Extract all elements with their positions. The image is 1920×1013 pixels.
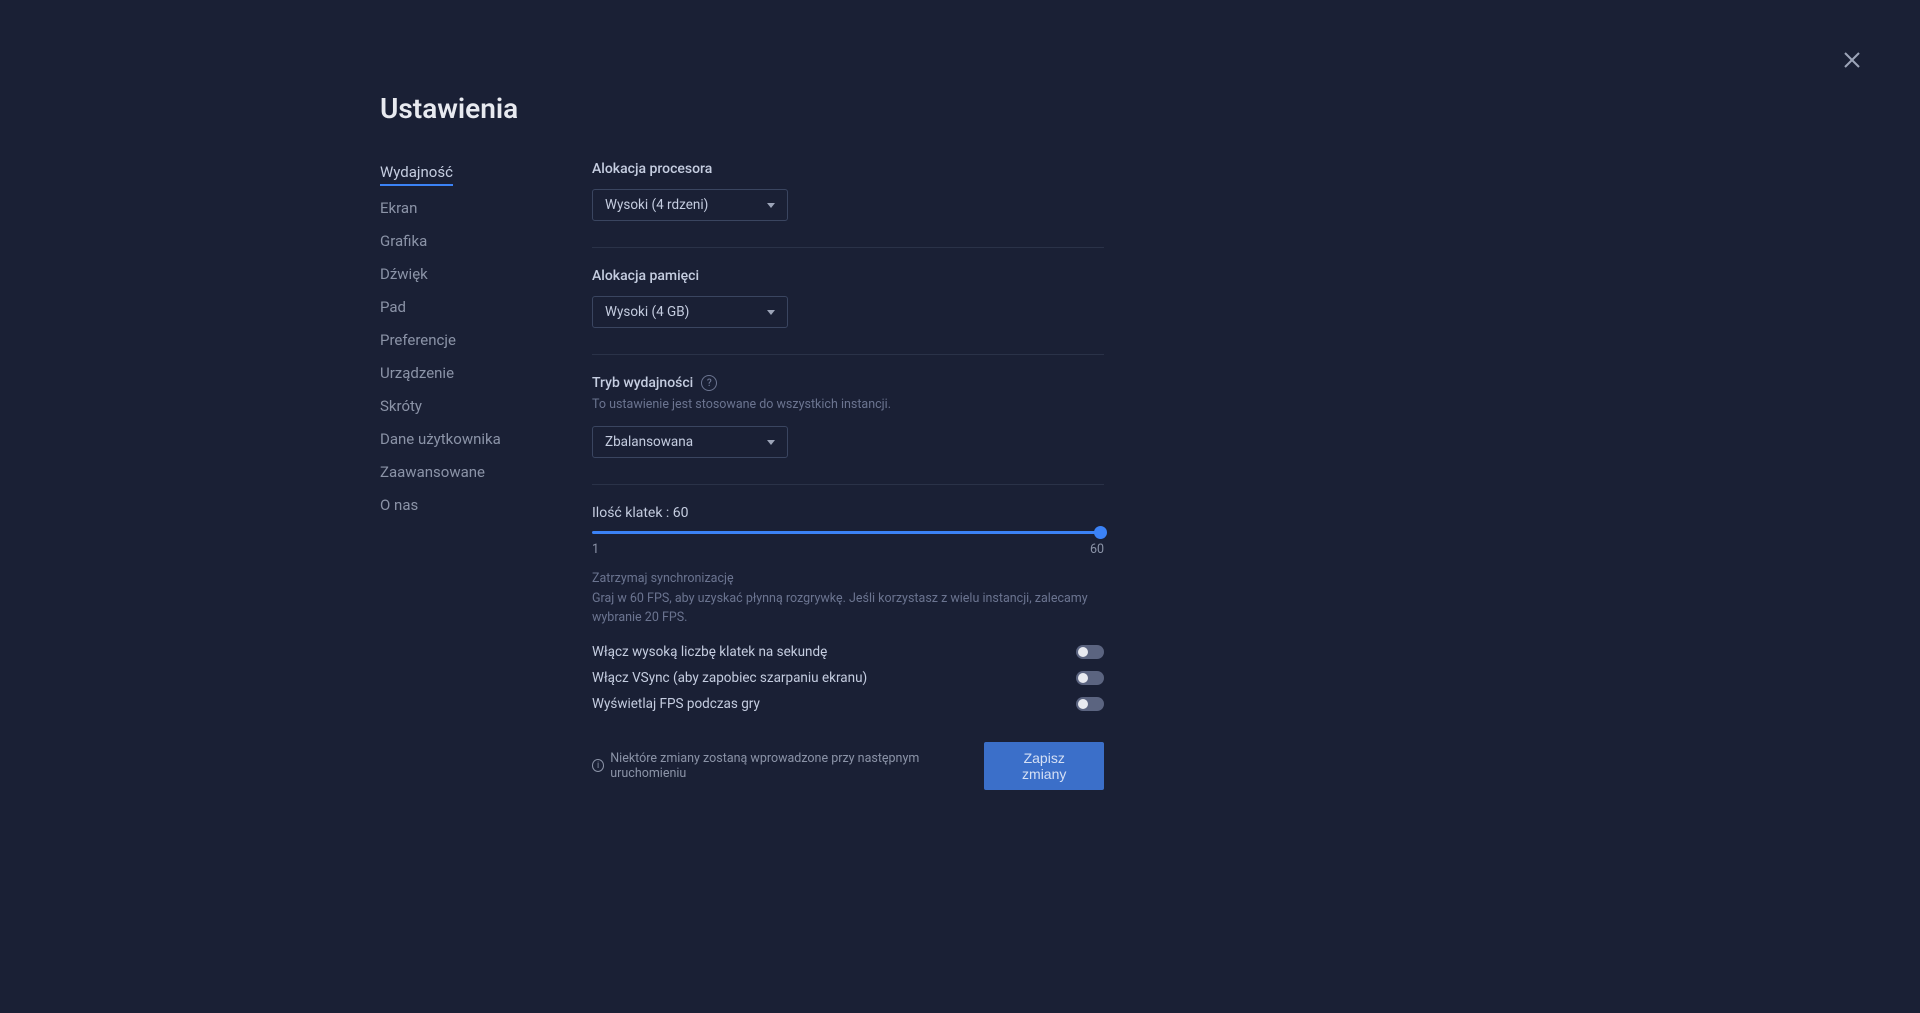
cpu-allocation-value: Wysoki (4 rdzeni): [605, 197, 708, 213]
chevron-down-icon: [767, 310, 775, 315]
performance-mode-value: Zbalansowana: [605, 434, 693, 450]
settings-main: Alokacja procesora Wysoki (4 rdzeni) Alo…: [592, 161, 1104, 790]
settings-sidebar: Wydajność Ekran Grafika Dźwięk Pad Prefe…: [380, 161, 592, 790]
memory-allocation-select[interactable]: Wysoki (4 GB): [592, 296, 788, 328]
sidebar-item-advanced[interactable]: Zaawansowane: [380, 461, 485, 483]
sidebar-item-userdata[interactable]: Dane użytkownika: [380, 428, 501, 450]
info-icon: i: [592, 759, 604, 772]
performance-mode-label: Tryb wydajności ?: [592, 375, 1104, 391]
page-title: Ustawienia: [380, 92, 1920, 125]
sidebar-item-graphics[interactable]: Grafika: [380, 230, 427, 252]
footer-message: i Niektóre zmiany zostaną wprowadzone pr…: [592, 751, 972, 781]
toggle-knob: [1078, 647, 1088, 657]
high-fps-toggle[interactable]: [1076, 645, 1104, 659]
chevron-down-icon: [767, 440, 775, 445]
sidebar-item-pad[interactable]: Pad: [380, 296, 406, 318]
toggle-knob: [1078, 699, 1088, 709]
vsync-toggle[interactable]: [1076, 671, 1104, 685]
memory-allocation-value: Wysoki (4 GB): [605, 304, 689, 320]
sidebar-item-device[interactable]: Urządzenie: [380, 362, 454, 384]
save-button[interactable]: Zapisz zmiany: [984, 742, 1104, 790]
performance-mode-select[interactable]: Zbalansowana: [592, 426, 788, 458]
performance-mode-sub: To ustawienie jest stosowane do wszystki…: [592, 397, 1104, 412]
help-icon[interactable]: ?: [701, 375, 717, 391]
close-icon: [1840, 48, 1864, 72]
frames-min: 1: [592, 542, 599, 557]
divider: [592, 354, 1104, 355]
frames-max: 60: [1090, 542, 1104, 557]
divider: [592, 247, 1104, 248]
stop-sync-label: Zatrzymaj synchronizację: [592, 571, 1104, 586]
frames-description: Graj w 60 FPS, aby uzyskać płynną rozgry…: [592, 590, 1104, 628]
cpu-allocation-select[interactable]: Wysoki (4 rdzeni): [592, 189, 788, 221]
frames-slider[interactable]: [592, 531, 1104, 534]
sidebar-item-preferences[interactable]: Preferencje: [380, 329, 456, 351]
sidebar-item-screen[interactable]: Ekran: [380, 197, 417, 219]
sidebar-item-shortcuts[interactable]: Skróty: [380, 395, 422, 417]
memory-allocation-label: Alokacja pamięci: [592, 268, 1104, 284]
chevron-down-icon: [767, 203, 775, 208]
show-fps-toggle[interactable]: [1076, 697, 1104, 711]
sidebar-item-about[interactable]: O nas: [380, 494, 418, 516]
cpu-allocation-label: Alokacja procesora: [592, 161, 1104, 177]
show-fps-label: Wyświetlaj FPS podczas gry: [592, 696, 760, 712]
sidebar-item-sound[interactable]: Dźwięk: [380, 263, 428, 285]
close-button[interactable]: [1840, 48, 1864, 72]
toggle-knob: [1078, 673, 1088, 683]
high-fps-label: Włącz wysoką liczbę klatek na sekundę: [592, 644, 827, 660]
sidebar-item-performance[interactable]: Wydajność: [380, 161, 453, 186]
frames-slider-thumb[interactable]: [1094, 526, 1107, 539]
vsync-label: Włącz VSync (aby zapobiec szarpaniu ekra…: [592, 670, 867, 686]
frames-label: Ilość klatek : 60: [592, 505, 1104, 521]
divider: [592, 484, 1104, 485]
